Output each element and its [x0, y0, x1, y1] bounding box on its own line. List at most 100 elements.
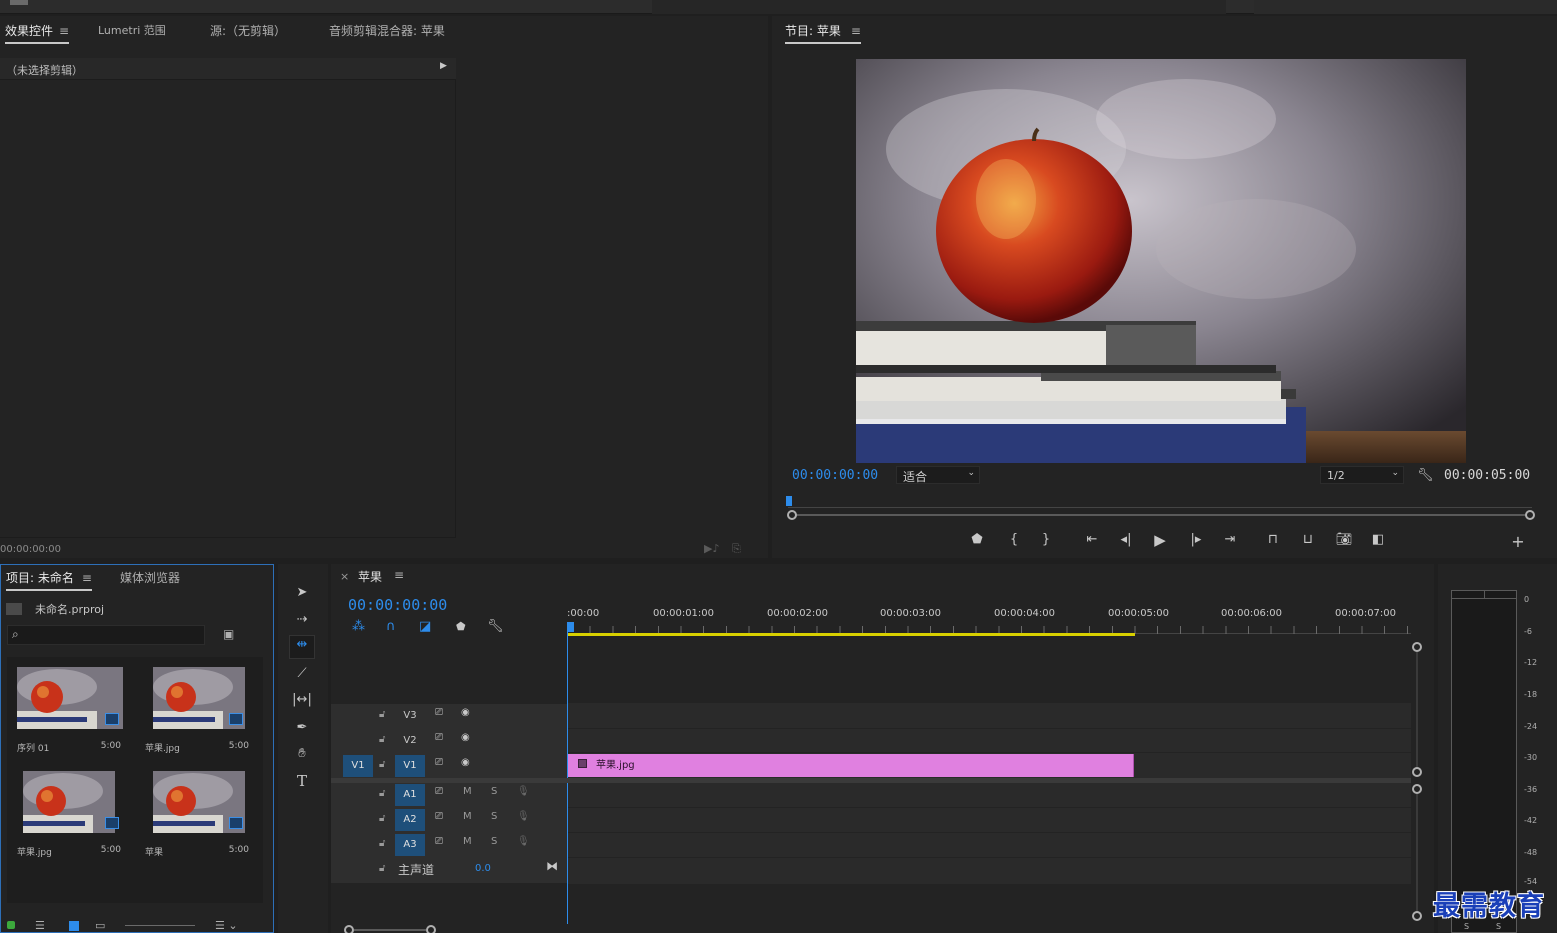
fit-dropdown[interactable]: 适合 ⌄	[896, 466, 980, 484]
icon-view-icon[interactable]	[69, 921, 79, 931]
zoom-handle-left[interactable]	[787, 510, 797, 520]
close-icon[interactable]: ×	[340, 570, 349, 583]
film-icon[interactable]: ⎚	[435, 732, 443, 743]
go-to-out-button[interactable]: ⇥	[1219, 529, 1241, 551]
zoom-bar[interactable]	[792, 514, 1532, 516]
solo-left-button[interactable]: S	[1464, 922, 1469, 931]
lift-button[interactable]: ⊓	[1262, 529, 1284, 551]
list-view-icon[interactable]: ☰	[35, 919, 45, 932]
nest-toggle-icon[interactable]: ⁂	[352, 619, 365, 634]
eye-icon[interactable]: ◉	[461, 757, 470, 768]
tab-audio-clip-mixer[interactable]: 音频剪辑混合器: 苹果	[329, 16, 445, 46]
solo-button[interactable]: S	[491, 811, 497, 822]
video-scroll-top[interactable]	[1412, 642, 1422, 652]
mic-icon[interactable]: 🎙︎	[517, 786, 530, 797]
track-label[interactable]: V3	[395, 705, 425, 727]
add-marker-button[interactable]: ⬟	[966, 529, 988, 551]
timeline-settings-wrench-icon[interactable]: 🔧︎	[487, 619, 504, 634]
project-item[interactable]: 序列 01 5:00	[7, 661, 125, 757]
timeline-zoom-left[interactable]	[344, 925, 354, 933]
tab-project[interactable]: 项目: 未命名 ≡	[6, 563, 92, 593]
work-area-bar[interactable]	[567, 633, 1135, 636]
lock-icon[interactable]: 🔓︎	[379, 788, 385, 799]
play-button[interactable]: ▶	[1149, 529, 1171, 551]
track-label[interactable]: V2	[395, 730, 425, 752]
mute-button[interactable]: M	[463, 811, 472, 822]
wrench-icon[interactable]: 🔧︎	[1417, 468, 1434, 483]
sort-icon[interactable]: ☰ ⌄	[215, 919, 238, 932]
tab-media-browser[interactable]: 媒体浏览器	[120, 563, 180, 593]
button-editor-button[interactable]: +	[1507, 531, 1529, 553]
lock-icon[interactable]	[7, 921, 15, 929]
lock-icon[interactable]: 🔓︎	[379, 759, 385, 770]
scrubber-ruler[interactable]	[788, 496, 1532, 508]
mute-button[interactable]: M	[463, 836, 472, 847]
step-forward-button[interactable]: |▸	[1185, 529, 1207, 551]
sync-lock-icon[interactable]: ⎚	[435, 786, 443, 797]
pen-tool-icon[interactable]: ✒	[293, 719, 311, 737]
step-back-button[interactable]: ◂|	[1115, 529, 1137, 551]
selection-tool-icon[interactable]: ➤	[293, 584, 311, 602]
track-header-v2[interactable]: 🔓︎ V2 ⎚ ◉	[331, 729, 567, 753]
project-item[interactable]: 苹果 5:00	[143, 765, 261, 861]
sync-lock-icon[interactable]: ⎚	[435, 836, 443, 847]
extract-button[interactable]: ⊔	[1297, 529, 1319, 551]
comparison-view-button[interactable]: ◧	[1367, 529, 1389, 551]
track-header-a1[interactable]: 🔓︎ A1 ⎚ M S 🎙︎	[331, 783, 567, 807]
mic-icon[interactable]: 🎙︎	[517, 811, 530, 822]
audio-scroll-bottom[interactable]	[1412, 911, 1422, 921]
eye-icon[interactable]: ◉	[461, 732, 470, 743]
menu-icon[interactable]: ≡	[851, 16, 861, 46]
tab-lumetri-scopes[interactable]: Lumetri 范围	[98, 16, 166, 46]
window-grip-icon[interactable]	[10, 0, 28, 5]
mark-in-button[interactable]: {	[1003, 529, 1025, 551]
tab-source[interactable]: 源:（无剪辑）	[210, 16, 286, 46]
export-icon[interactable]: ⎘	[732, 542, 741, 556]
lock-icon[interactable]: 🔓︎	[379, 813, 385, 824]
track-label[interactable]: A2	[395, 809, 425, 831]
source-patch-v1[interactable]: V1	[343, 755, 373, 777]
mark-out-button[interactable]: }	[1035, 529, 1057, 551]
go-to-in-button[interactable]: ⇤	[1081, 529, 1103, 551]
track-select-tool-icon[interactable]: ⇢	[293, 611, 311, 629]
film-icon[interactable]: ⎚	[435, 707, 443, 718]
track-label[interactable]: V1	[395, 755, 425, 777]
solo-button[interactable]: S	[491, 836, 497, 847]
track-header-master[interactable]: 🔓︎ 主声道 0.0 ⧓	[331, 858, 567, 882]
lock-icon[interactable]: 🔓︎	[379, 838, 385, 849]
audio-scroll-top[interactable]	[1412, 784, 1422, 794]
razor-tool-icon[interactable]: ⟋	[293, 665, 311, 683]
resolution-dropdown[interactable]: 1/2 ⌄	[1320, 466, 1404, 484]
menu-icon[interactable]: ≡	[394, 568, 404, 582]
add-marker-icon[interactable]: ⬟	[456, 620, 466, 633]
menu-icon[interactable]: ≡	[82, 563, 92, 593]
export-frame-button[interactable]: 📷︎	[1333, 529, 1355, 551]
project-item[interactable]: 苹果.jpg 5:00	[143, 661, 261, 757]
snap-icon[interactable]: ∩	[386, 619, 396, 634]
playhead-marker[interactable]	[786, 496, 792, 506]
project-item[interactable]: 苹果.jpg 5:00	[7, 765, 125, 861]
zoom-slider[interactable]	[125, 925, 195, 926]
search-input[interactable]	[28, 627, 198, 643]
track-label[interactable]: A3	[395, 834, 425, 856]
lock-icon[interactable]: 🔓︎	[379, 734, 385, 745]
track-header-v1[interactable]: V1 🔓︎ V1 ⎚ ◉	[331, 754, 567, 778]
new-bin-icon[interactable]: ▣	[223, 627, 234, 641]
go-to-edit-icon[interactable]: ⧓	[546, 859, 558, 873]
sync-lock-icon[interactable]: ⎚	[435, 811, 443, 822]
timeline-zoom-bar[interactable]	[354, 929, 426, 931]
track-header-v3[interactable]: 🔓︎ V3 ⎚ ◉	[331, 704, 567, 728]
video-scroll-bottom[interactable]	[1412, 767, 1422, 777]
track-header-a3[interactable]: 🔓︎ A3 ⎚ M S 🎙︎	[331, 833, 567, 857]
eye-icon[interactable]: ◉	[461, 707, 470, 718]
zoom-handle-right[interactable]	[1525, 510, 1535, 520]
film-icon[interactable]: ⎚	[435, 757, 443, 768]
filter-audio-icon[interactable]: ▶♪	[704, 542, 719, 555]
hand-tool-icon[interactable]: ✋︎	[293, 745, 311, 763]
video-scroll-track[interactable]	[1416, 652, 1418, 768]
program-current-timecode[interactable]: 00:00:00:00	[792, 468, 878, 483]
playhead-marker[interactable]	[567, 622, 574, 632]
expand-arrow-icon[interactable]: ▶	[440, 61, 447, 71]
lock-icon[interactable]: 🔓︎	[379, 709, 385, 720]
master-volume-value[interactable]: 0.0	[475, 863, 491, 874]
